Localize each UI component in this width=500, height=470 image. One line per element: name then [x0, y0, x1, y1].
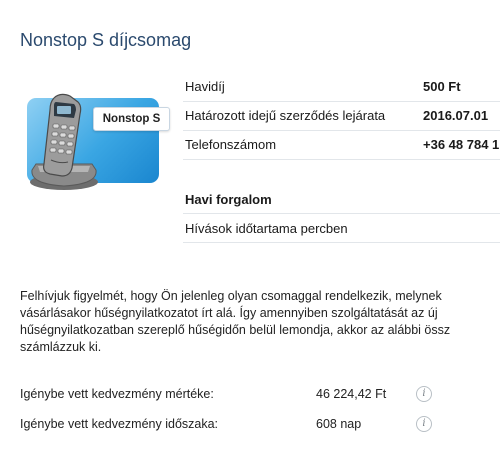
loyalty-notice: Felhívjuk figyelmét, hogy Ön jelenleg ol…: [20, 288, 500, 356]
detail-value: +36 48 784 1: [423, 137, 500, 152]
page-title: Nonstop S díjcsomag: [20, 30, 192, 50]
info-icon[interactable]: i: [416, 386, 432, 402]
discount-value: 46 224,42 Ft: [316, 387, 387, 401]
detail-label: Havidíj: [185, 79, 225, 94]
detail-row-monthly-fee: Havidíj 500 Ft: [183, 73, 500, 102]
notice-line: vásárlásakor hűségnyilatkozatot írt alá.…: [20, 306, 438, 320]
plan-details-table: Havidíj 500 Ft Határozott idejű szerződé…: [183, 73, 500, 160]
plan-image: Nonstop S: [20, 90, 170, 190]
detail-row-phone-number: Telefonszámom +36 48 784 1: [183, 131, 500, 160]
call-duration-row: Hívások időtartama percben: [183, 215, 500, 243]
monthly-traffic-heading: Havi forgalom: [183, 186, 500, 214]
notice-line: Felhívjuk figyelmét, hogy Ön jelenleg ol…: [20, 289, 442, 303]
detail-label: Határozott idejű szerződés lejárata: [185, 108, 386, 123]
discount-label: Igénybe vett kedvezmény időszaka:: [20, 417, 219, 431]
notice-line: hűségnyilatkozatban szereplő hűségidőn b…: [20, 323, 451, 337]
discount-label: Igénybe vett kedvezmény mértéke:: [20, 387, 214, 401]
detail-label: Telefonszámom: [185, 137, 277, 152]
discount-period-row: Igénybe vett kedvezmény időszaka: 608 na…: [20, 414, 440, 434]
notice-line: számlázzuk ki.: [20, 340, 102, 354]
discount-amount-row: Igénybe vett kedvezmény mértéke: 46 224,…: [20, 384, 440, 404]
detail-value: 500 Ft: [423, 79, 461, 94]
discount-value: 608 nap: [316, 417, 362, 431]
info-icon[interactable]: i: [416, 416, 432, 432]
cordless-phone-icon: [30, 93, 98, 190]
plan-name-label: Nonstop S: [93, 107, 170, 131]
detail-row-contract-expiry: Határozott idejű szerződés lejárata 2016…: [183, 102, 500, 131]
detail-value: 2016.07.01: [423, 108, 489, 123]
